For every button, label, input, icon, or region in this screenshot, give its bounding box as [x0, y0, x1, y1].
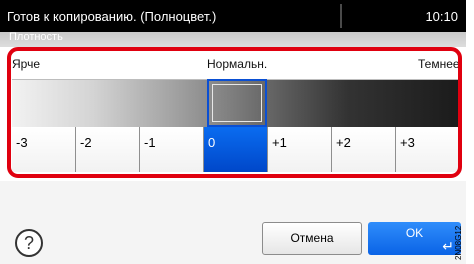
enter-icon: ↵ — [442, 238, 454, 254]
highlight-frame — [7, 47, 462, 178]
status-text: Готов к копированию. (Полноцвет.) — [7, 9, 217, 24]
image-code: 2N08G12 — [454, 225, 463, 260]
question-mark-icon: ? — [23, 233, 34, 253]
screen-title: Плотность — [9, 31, 63, 43]
ok-label: OK — [405, 226, 424, 240]
ok-button[interactable]: OK ↵ — [368, 222, 461, 255]
cancel-button[interactable]: Отмена — [262, 222, 362, 255]
status-time: 10:10 — [425, 9, 458, 24]
help-button[interactable]: ? — [15, 229, 43, 257]
status-bar: Готов к копированию. (Полноцвет.) 10:10 — [0, 0, 466, 32]
status-separator — [340, 4, 342, 28]
screen-title-bar: Плотность — [0, 31, 466, 47]
